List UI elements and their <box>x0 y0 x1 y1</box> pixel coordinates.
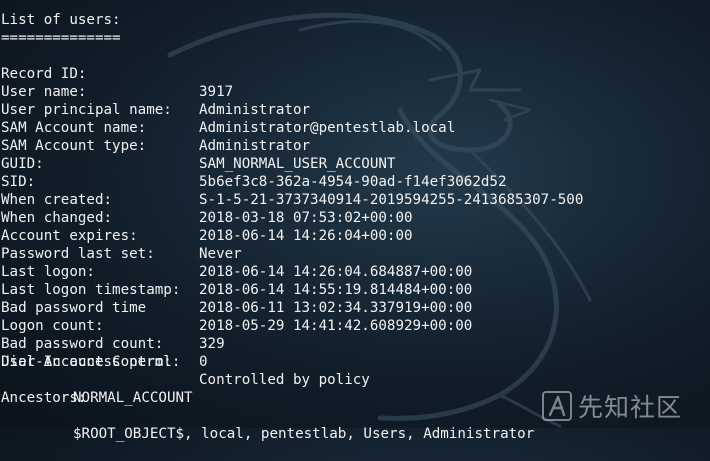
uac-value: NORMAL_ACCOUNT <box>73 390 193 406</box>
field-row-password-last-set: Password last set: 2018-06-14 14:26:04.6… <box>1 227 701 280</box>
uac-label: User Account Control: <box>1 354 181 370</box>
field-row-when-changed: When changed: 2018-06-14 14:26:04+00:00 <box>1 191 701 244</box>
watermark-text: 先知社区 <box>578 393 683 422</box>
field-row-user-name: User name: Administrator <box>1 65 701 118</box>
field-row-record-id: Record ID: 3917 <box>1 47 701 100</box>
field-row-sam-account-name: SAM Account name: Administrator <box>1 101 701 154</box>
field-row-guid: GUID: 5b6ef3c8-362a-4954-90ad-f14ef3062d… <box>1 137 701 190</box>
field-row-bad-password-time: Bad password time 2018-05-29 14:41:42.60… <box>1 281 701 334</box>
list-header: List of users: <box>1 12 121 28</box>
separator-line: ============== <box>1 30 121 46</box>
field-row-last-logon: Last logon: 2018-06-14 14:55:19.814484+0… <box>1 245 701 298</box>
xianzhi-logo-icon <box>542 391 572 421</box>
field-row-user-principal-name: User principal name: Administrator@pente… <box>1 83 701 136</box>
terminal-window: List of users: ============== Record ID:… <box>0 0 710 442</box>
field-row-logon-count: Logon count: 329 <box>1 299 701 352</box>
field-row-bad-password-count: Bad password count: 0 <box>1 317 701 370</box>
field-row-account-expires: Account expires: Never <box>1 209 701 262</box>
field-row-sid: SID: S-1-5-21-3737340914-2019594255-2413… <box>1 155 701 208</box>
field-value: 0 <box>199 354 208 370</box>
field-row-dial-in-access-perm: Dial-In access perm: Controlled by polic… <box>1 335 701 388</box>
ancestors-label: Ancestors: <box>1 390 87 406</box>
watermark: 先知社区 <box>542 386 682 426</box>
field-row-last-logon-timestamp: Last logon timestamp: 2018-06-11 13:02:3… <box>1 263 701 316</box>
field-row-sam-account-type: SAM Account type: SAM_NORMAL_USER_ACCOUN… <box>1 119 701 172</box>
field-row-when-created: When created: 2018-03-18 07:53:02+00:00 <box>1 173 701 226</box>
